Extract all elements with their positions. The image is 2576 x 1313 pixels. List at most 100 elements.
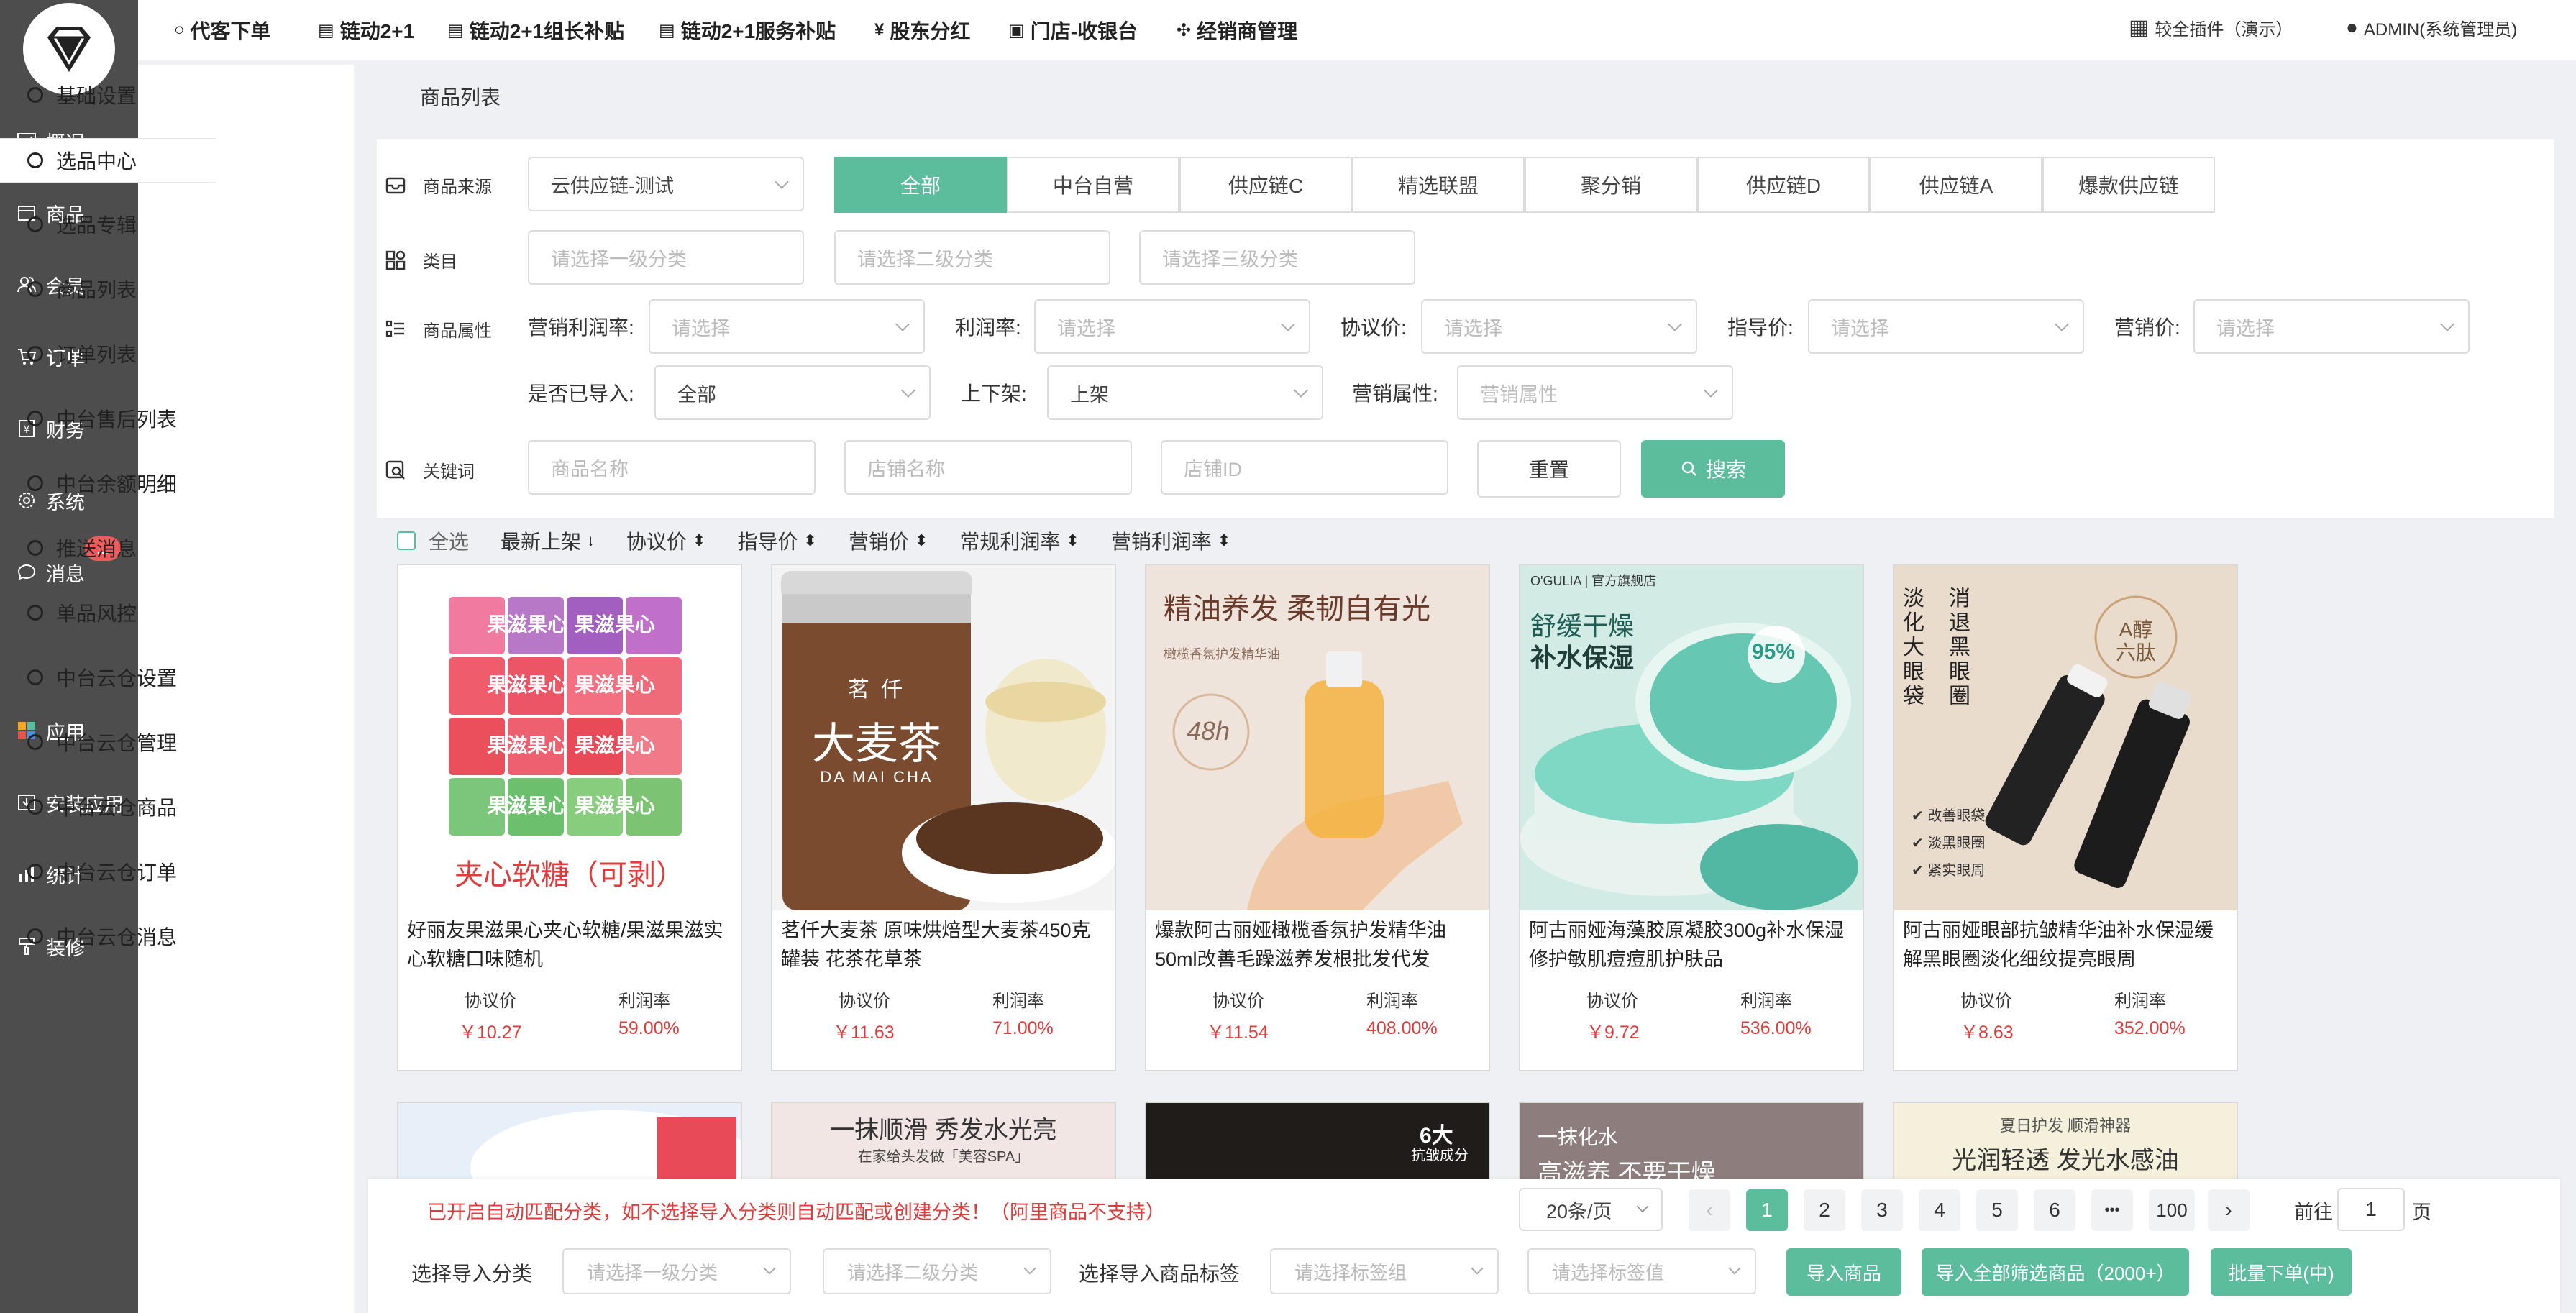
product-card[interactable]: 淡化大眼袋 消退黑眼圈 A醇六肽 ✔ 改善眼袋 ✔ 淡黑眼圈 ✔ 紧实眼周 阿古… <box>1893 564 2238 1071</box>
select-all-label[interactable]: 全选 <box>429 526 469 555</box>
sidebar-item-selection-center[interactable]: 选品中心 <box>0 138 216 183</box>
image-caption: 夹心软糖（可剥） <box>455 859 685 891</box>
prev-page-button[interactable]: ‹ <box>1689 1189 1730 1231</box>
import-category-level1-select[interactable]: 请选择一级分类 <box>562 1248 791 1294</box>
reset-button[interactable]: 重置 <box>1477 440 1621 498</box>
page-size-select[interactable]: 20条/页 <box>1519 1188 1663 1231</box>
import-goods-button[interactable]: 导入商品 <box>1786 1248 1901 1296</box>
tab-self-operated[interactable]: 中台自营 <box>1007 157 1179 213</box>
user-menu[interactable]: ● ADMIN(系统管理员) <box>2346 0 2517 55</box>
tab-hot-supply-chain[interactable]: 爆款供应链 <box>2042 157 2215 213</box>
product-card[interactable]: 一抹化水 高滋养 不要干燥 <box>1519 1102 1864 1188</box>
topnav-chain-service-subsidy[interactable]: ▤ 链动2+1服务补贴 <box>659 0 836 60</box>
goods-name-input[interactable]: 商品名称 <box>528 440 816 495</box>
product-card[interactable]: 一抹顺滑 秀发水光亮 在家给头发做「美容SPA」 <box>771 1102 1116 1188</box>
shelf-status-select[interactable]: 上架 <box>1047 365 1323 420</box>
category-level1-select[interactable]: 请选择一级分类 <box>528 230 804 285</box>
sidebar-item-cloud-orders[interactable]: 中台云仓订单 <box>0 850 216 893</box>
sort-guide-price[interactable]: 指导价 ⬍ <box>737 526 816 555</box>
tab-selected-alliance[interactable]: 精选联盟 <box>1352 157 1525 213</box>
source-select[interactable]: 云供应链-测试 <box>528 157 804 211</box>
plugin-switch[interactable]: ▦ 较全插件（演示） <box>2129 0 2293 55</box>
marketing-attr-select[interactable]: 营销属性 <box>1457 365 1733 420</box>
tag-value-select[interactable]: 请选择标签值 <box>1527 1248 1756 1294</box>
goto-page-input[interactable]: 1 <box>2337 1188 2405 1231</box>
topnav-chain-leader-subsidy[interactable]: ▤ 链动2+1组长补贴 <box>447 0 624 60</box>
tab-supply-chain-c[interactable]: 供应链C <box>1179 157 1352 213</box>
sidebar-item-selection-album[interactable]: 选品专辑 <box>0 203 216 246</box>
shop-id-input[interactable]: 店铺ID <box>1161 440 1448 495</box>
guide-price-select[interactable]: 请选择 <box>1808 299 2084 354</box>
select-all-checkbox[interactable] <box>397 531 416 550</box>
agreement-price-label: 协议价 <box>839 992 890 1011</box>
imported-select[interactable]: 全部 <box>654 365 931 420</box>
sidebar-item-cloud-management[interactable]: 中台云仓管理 <box>0 720 216 764</box>
sidebar-item-order-list[interactable]: 订单列表 <box>0 332 216 375</box>
product-card[interactable]: 夏日护发 顺滑神器 光润轻透 发光水感油 <box>1893 1102 2238 1188</box>
sidebar-item-basic-settings[interactable]: 基础设置 <box>0 73 216 116</box>
sort-regular-margin[interactable]: 常规利润率 ⬍ <box>959 526 1079 555</box>
marketing-margin-select[interactable]: 请选择 <box>649 299 925 354</box>
tab-supply-chain-a[interactable]: 供应链A <box>1870 157 2042 213</box>
batch-order-button[interactable]: 批量下单(中) <box>2211 1248 2352 1296</box>
page-1[interactable]: 1 <box>1746 1189 1788 1231</box>
topnav-store-cashier[interactable]: ▣ 门店-收银台 <box>1008 0 1138 60</box>
sort-newest[interactable]: 最新上架 ↓ <box>501 526 595 555</box>
import-all-filtered-button[interactable]: 导入全部筛选商品（2000+） <box>1922 1248 2189 1296</box>
page-2[interactable]: 2 <box>1804 1189 1845 1231</box>
next-page-button[interactable]: › <box>2208 1189 2250 1231</box>
topnav-dealer-management[interactable]: ✣ 经销商管理 <box>1177 0 1297 60</box>
marketing-price-select[interactable]: 请选择 <box>2193 299 2470 354</box>
shop-name-input[interactable]: 店铺名称 <box>844 440 1132 495</box>
page-ellipsis[interactable]: ••• <box>2091 1189 2133 1231</box>
product-card[interactable] <box>397 1102 742 1188</box>
tab-supply-chain-d[interactable]: 供应链D <box>1697 157 1870 213</box>
document-icon: ▤ <box>659 20 675 40</box>
product-card[interactable]: 精油养发 柔韧自有光 橄榄香氛护发精华油 48h 爆款阿古丽娅橄榄香氛护发精华油… <box>1145 564 1490 1071</box>
page-6[interactable]: 6 <box>2034 1189 2075 1231</box>
sidebar-item-cloud-goods[interactable]: 中台云仓商品 <box>0 785 216 828</box>
marketing-margin-label: 营销利润率: <box>528 316 634 339</box>
sidebar-item-after-sales[interactable]: 中台售后列表 <box>0 397 216 440</box>
import-category-level2-select[interactable]: 请选择二级分类 <box>823 1248 1051 1294</box>
tag-group-select[interactable]: 请选择标签组 <box>1270 1248 1499 1294</box>
image-badge: A醇六肽 <box>2115 618 2156 664</box>
sidebar-item-balance-detail[interactable]: 中台余额明细 <box>0 462 216 505</box>
sidebar-item-goods-list[interactable]: 商品列表 <box>0 267 216 311</box>
sidebar-item-cloud-settings[interactable]: 中台云仓设置 <box>0 656 216 699</box>
product-card[interactable]: 6大 抗皱成分 <box>1145 1102 1490 1188</box>
tab-distribution[interactable]: 聚分销 <box>1525 157 1697 213</box>
sort-marketing-price[interactable]: 营销价 ⬍ <box>849 526 928 555</box>
page-100[interactable]: 100 <box>2149 1189 2195 1231</box>
sort-agreement-price[interactable]: 协议价 ⬍ <box>626 526 705 555</box>
sidebar-item-cloud-messages[interactable]: 中台云仓消息 <box>0 915 216 958</box>
product-image: 果滋果心 果滋果心 果滋果心 果滋果心 果滋果心 果滋果心 果滋果心 果滋果心 … <box>398 565 741 910</box>
keyword-label: 关键词 <box>384 457 475 482</box>
category-level2-select[interactable]: 请选择二级分类 <box>834 230 1110 285</box>
margin-label: 利润率: <box>955 316 1021 339</box>
margin-select[interactable]: 请选择 <box>1034 299 1310 354</box>
product-card[interactable]: 果滋果心 果滋果心 果滋果心 果滋果心 果滋果心 果滋果心 果滋果心 果滋果心 … <box>397 564 742 1071</box>
topnav-shareholder-dividend[interactable]: ¥ 股东分红 <box>874 0 970 60</box>
sidebar-item-risk-control[interactable]: 单品风控 <box>0 591 216 634</box>
topnav-proxy-order[interactable]: ○ 代客下单 <box>174 0 271 60</box>
feature-list: ✔ 改善眼袋 ✔ 淡黑眼圈 ✔ 紧实眼周 <box>1912 802 1985 884</box>
product-card[interactable]: 茗 仟 大麦茶 DA MAI CHA 茗仟大麦茶 原味烘焙型大麦茶450克罐装 … <box>771 564 1116 1071</box>
product-name: 好丽友果滋果心夹心软糖/果滋果滋实心软糖口味随机 <box>407 920 723 970</box>
agreement-price: ￥9.72 <box>1586 1023 1640 1043</box>
margin-label: 利润率 <box>1740 992 1792 1011</box>
sort-marketing-margin[interactable]: 营销利润率 ⬍ <box>1111 526 1230 555</box>
topnav-chain-2plus1[interactable]: ▤ 链动2+1 <box>318 0 414 60</box>
circle-icon <box>27 475 43 491</box>
search-button[interactable]: 搜索 <box>1641 440 1785 498</box>
sidebar-item-push-message[interactable]: 推送消息 <box>0 526 216 569</box>
agreement-price-select[interactable]: 请选择 <box>1421 299 1697 354</box>
document-icon: ▤ <box>447 20 464 40</box>
category-level3-select[interactable]: 请选择三级分类 <box>1139 230 1415 285</box>
image-caption: 精油养发 柔韧自有光 <box>1164 593 1431 625</box>
page-5[interactable]: 5 <box>1976 1189 2018 1231</box>
product-card[interactable]: O'GULIA | 官方旗舰店 舒缓干燥 补水保湿 95% 阿古丽娅海藻胶原凝胶… <box>1519 564 1864 1071</box>
tab-all[interactable]: 全部 <box>834 157 1007 213</box>
page-4[interactable]: 4 <box>1919 1189 1960 1231</box>
page-3[interactable]: 3 <box>1861 1189 1903 1231</box>
